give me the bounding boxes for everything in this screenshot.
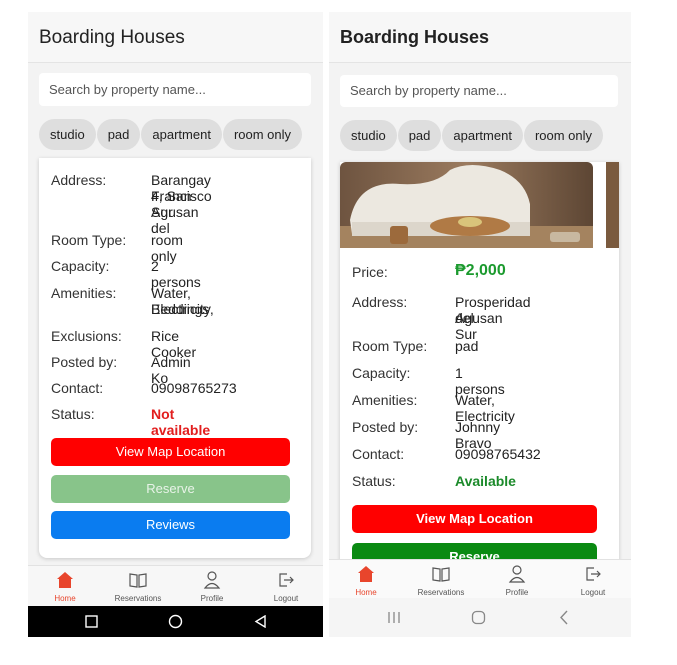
nav-reservations-label: Reservations	[114, 594, 162, 603]
nav-reservations[interactable]: Reservations	[108, 566, 168, 606]
nav-logout[interactable]: Logout	[256, 566, 316, 606]
address-value-line3: Sur	[151, 204, 173, 220]
reviews-button[interactable]: Reviews	[51, 511, 290, 539]
nav-reservations[interactable]: Reservations	[411, 560, 471, 600]
bottom-nav: Home Reservations Profile Logout	[329, 559, 631, 600]
book-icon	[432, 567, 450, 582]
status-value: Available	[455, 473, 516, 489]
view-map-location-button[interactable]: View Map Location	[51, 438, 290, 466]
nav-home-label: Home	[355, 588, 377, 597]
next-photo-peek[interactable]	[606, 162, 619, 248]
chip-room-only[interactable]: room only	[523, 120, 604, 151]
nav-profile[interactable]: Profile	[182, 566, 242, 606]
book-icon	[129, 573, 147, 588]
nav-profile-label: Profile	[200, 594, 224, 603]
nav-profile-label: Profile	[505, 588, 529, 597]
amenities-label: Amenities:	[51, 285, 117, 301]
chip-apartment[interactable]: apartment	[442, 120, 523, 151]
status-label: Status:	[352, 473, 396, 489]
exclusions-label: Exclusions:	[51, 328, 122, 344]
room-type-label: Room Type:	[51, 232, 127, 248]
person-icon	[203, 571, 221, 589]
search-input[interactable]: Search by property name...	[340, 75, 618, 107]
view-map-location-button[interactable]: View Map Location	[352, 505, 597, 533]
property-card: Address: Barangay 4, San Francisco Agusa…	[39, 158, 311, 558]
nav-logout[interactable]: Logout	[563, 560, 623, 600]
nav-logout-label: Logout	[580, 588, 606, 597]
price-label: Price:	[352, 264, 388, 280]
chip-apartment[interactable]: apartment	[141, 119, 222, 150]
contact-label: Contact:	[352, 446, 405, 462]
contact-label: Contact:	[51, 380, 104, 396]
logout-icon	[586, 567, 601, 581]
home-rounded-icon[interactable]	[471, 610, 486, 625]
right-phone-screen: Boarding Houses Search by property name.…	[329, 12, 631, 637]
system-nav-bar	[28, 606, 323, 637]
nav-profile[interactable]: Profile	[487, 560, 547, 600]
app-header: Boarding Houses	[329, 12, 631, 63]
status-value: Not available	[151, 406, 211, 438]
address-label: Address:	[51, 172, 107, 188]
posted-by-label: Posted by:	[51, 354, 118, 370]
person-icon	[508, 565, 526, 583]
recent-apps-icon[interactable]	[85, 615, 98, 628]
filter-chips: studio pad apartment room only	[340, 120, 604, 151]
home-icon	[358, 566, 374, 582]
room-type-label: Room Type:	[352, 338, 428, 354]
contact-value: 09098765273	[151, 380, 237, 396]
app-header: Boarding Houses	[28, 12, 323, 63]
left-phone-screen: Boarding Houses Search by property name.…	[28, 12, 323, 637]
nav-home[interactable]: Home	[35, 566, 95, 606]
back-chevron-icon[interactable]	[558, 610, 570, 625]
nav-home-label: Home	[54, 594, 76, 603]
nav-home[interactable]: Home	[336, 560, 396, 600]
property-card: Price: ₱2,000 Address: Prosperidad Agusa…	[340, 162, 619, 622]
capacity-label: Capacity:	[352, 365, 411, 381]
amenities-label: Amenities:	[352, 392, 418, 408]
contact-value: 09098765432	[455, 446, 541, 462]
price-value: ₱2,000	[455, 262, 506, 279]
filter-chips: studio pad apartment room only	[39, 119, 303, 150]
chip-studio[interactable]: studio	[340, 120, 397, 151]
recent-apps-icon[interactable]	[387, 611, 401, 624]
home-icon	[57, 572, 73, 588]
bottom-nav: Home Reservations Profile Logout	[28, 565, 323, 606]
search-input[interactable]: Search by property name...	[39, 73, 311, 106]
back-triangle-icon[interactable]	[254, 615, 267, 628]
address-label: Address:	[352, 294, 408, 310]
chip-room-only[interactable]: room only	[222, 119, 303, 150]
amenities-value-line2: Beddings	[151, 301, 210, 317]
status-label: Status:	[51, 406, 95, 422]
room-type-value: pad	[455, 338, 479, 354]
nav-logout-label: Logout	[273, 594, 299, 603]
posted-by-label: Posted by:	[352, 419, 419, 435]
logout-icon	[279, 573, 294, 587]
chip-pad[interactable]: pad	[397, 120, 442, 151]
property-photo[interactable]	[340, 162, 593, 248]
page-title: Boarding Houses	[340, 27, 490, 47]
chip-pad[interactable]: pad	[96, 119, 141, 150]
page-title: Boarding Houses	[39, 27, 185, 48]
reserve-button[interactable]: Reserve	[51, 475, 290, 503]
capacity-label: Capacity:	[51, 258, 110, 274]
nav-reservations-label: Reservations	[417, 588, 465, 597]
home-circle-icon[interactable]	[168, 614, 183, 629]
chip-studio[interactable]: studio	[39, 119, 96, 150]
system-nav-bar	[329, 598, 631, 637]
